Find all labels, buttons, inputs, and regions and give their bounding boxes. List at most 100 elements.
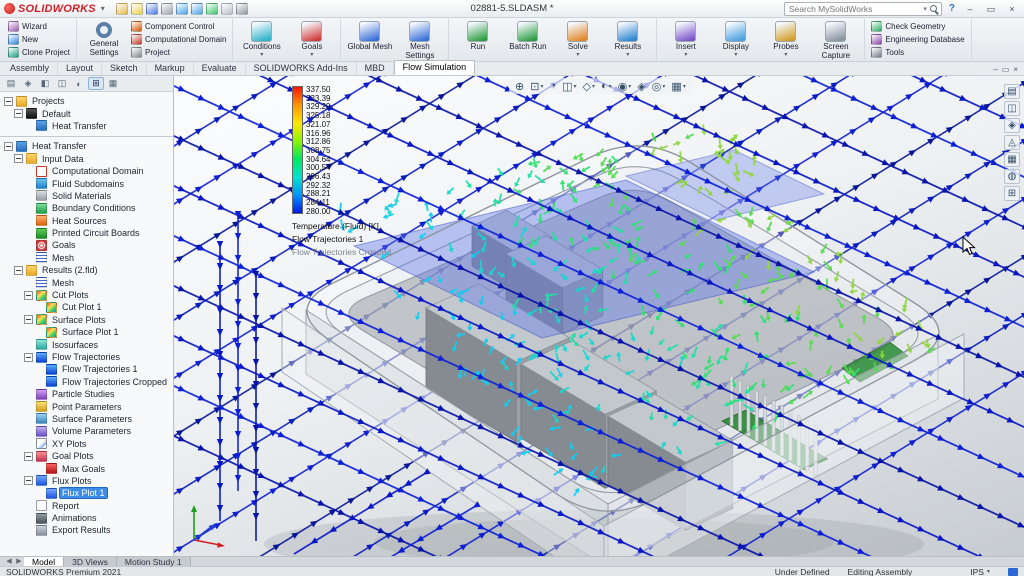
- tree-item-flow-trajectories-cropped[interactable]: Flow Trajectories Cropped: [0, 376, 173, 388]
- tree-item-surface-plot-1[interactable]: Surface Plot 1: [0, 326, 173, 338]
- tree-item-input-data[interactable]: Input Data: [0, 153, 173, 165]
- tree-item-report[interactable]: Report: [0, 500, 173, 512]
- mesh-display-tool-icon[interactable]: ▦: [1004, 152, 1020, 167]
- displaymanager-tab[interactable]: ◐: [71, 77, 87, 90]
- tree-item-flow-trajectories[interactable]: Flow Trajectories: [0, 351, 173, 363]
- dimxpertmanager-tab[interactable]: ◫: [54, 77, 70, 90]
- redo-icon[interactable]: [191, 3, 203, 15]
- tree-item-heat-transfer[interactable]: Heat Transfer: [0, 140, 173, 152]
- flow-simulation-tree-tab[interactable]: ▦: [105, 77, 121, 90]
- propertymanager-tab[interactable]: ◈: [20, 77, 36, 90]
- tab-assembly[interactable]: Assembly: [2, 62, 58, 75]
- bottom-tab-motion-study-1[interactable]: Motion Study 1: [117, 557, 191, 566]
- ribbon-button-component-control[interactable]: Component Control: [129, 20, 228, 33]
- tree-item-animations[interactable]: Animations: [0, 512, 173, 524]
- edit-appearance-icon[interactable]: ◈: [635, 79, 647, 93]
- lighting-tool-icon[interactable]: ◍: [1004, 169, 1020, 184]
- expand-toggle-icon[interactable]: [4, 97, 13, 106]
- surface-plot-tool-icon[interactable]: ◈: [1004, 118, 1020, 133]
- file-properties-icon[interactable]: [221, 3, 233, 15]
- ribbon-button-conditions[interactable]: Conditions▾: [237, 19, 286, 60]
- ribbon-button-batch-run[interactable]: Batch Run: [503, 19, 552, 60]
- tab-solidworks-add-ins[interactable]: SOLIDWORKS Add-Ins: [246, 62, 357, 75]
- ribbon-button-wizard[interactable]: Wizard: [6, 20, 72, 33]
- save-icon[interactable]: [146, 3, 158, 15]
- hide-show-items-icon[interactable]: ◉▾: [616, 79, 634, 93]
- tags-icon[interactable]: [1008, 568, 1018, 576]
- ribbon-button-clone-project[interactable]: Clone Project: [6, 46, 72, 59]
- tree-item-heat-transfer[interactable]: Heat Transfer: [0, 120, 173, 132]
- tree-item-boundary-conditions[interactable]: Boundary Conditions: [0, 202, 173, 214]
- apply-scene-icon[interactable]: ◎▾: [650, 79, 668, 93]
- undo-icon[interactable]: [176, 3, 188, 15]
- flow-trajectories-tool-icon[interactable]: ▤: [1004, 84, 1020, 99]
- ribbon-button-display[interactable]: Display▾: [711, 19, 760, 60]
- tree-item-export-results[interactable]: Export Results: [0, 524, 173, 536]
- ribbon-button-check-geometry[interactable]: Check Geometry: [869, 20, 966, 33]
- ribbon-button-probes[interactable]: Probes▾: [761, 19, 810, 60]
- pane-close-icon[interactable]: ×: [1013, 65, 1018, 74]
- search-icon[interactable]: [930, 5, 937, 12]
- tab-flow-simulation[interactable]: Flow Simulation: [394, 60, 476, 75]
- tabs-scroll-left-icon[interactable]: ◀: [4, 557, 14, 566]
- tree-item-results-2-fld[interactable]: Results (2.fld): [0, 264, 173, 276]
- previous-view-icon[interactable]: ◔: [547, 79, 558, 93]
- print-icon[interactable]: [161, 3, 173, 15]
- tree-item-flux-plot-1[interactable]: Flux Plot 1: [0, 487, 173, 499]
- ribbon-button-project[interactable]: Project: [129, 46, 228, 59]
- tree-item-printed-circuit-boards[interactable]: Printed Circuit Boards: [0, 227, 173, 239]
- tree-item-xy-plots[interactable]: XY Plots: [0, 438, 173, 450]
- search-input[interactable]: [789, 4, 920, 14]
- tree-item-isosurfaces[interactable]: Isosurfaces: [0, 338, 173, 350]
- expand-toggle-icon[interactable]: [14, 266, 23, 275]
- tree-item-mesh[interactable]: Mesh: [0, 276, 173, 288]
- tree-item-flow-trajectories-1[interactable]: Flow Trajectories 1: [0, 363, 173, 375]
- tree-item-surface-plots[interactable]: Surface Plots: [0, 314, 173, 326]
- zoom-fit-icon[interactable]: ⊕: [513, 79, 526, 93]
- section-view-icon[interactable]: ◫▾: [560, 79, 578, 93]
- tree-item-point-parameters[interactable]: Point Parameters: [0, 400, 173, 412]
- pane-minimize-icon[interactable]: –: [993, 65, 997, 74]
- tree-item-max-goals[interactable]: Max Goals: [0, 462, 173, 474]
- isosurfaces-tool-icon[interactable]: ◬: [1004, 135, 1020, 150]
- ribbon-button-insert[interactable]: Insert▾: [661, 19, 710, 60]
- tab-sketch[interactable]: Sketch: [102, 62, 147, 75]
- ribbon-button-new[interactable]: New: [6, 33, 72, 46]
- options-tool-icon[interactable]: ⊞: [1004, 186, 1020, 201]
- restore-button[interactable]: ▭: [983, 1, 999, 17]
- pane-restore-icon[interactable]: ▭: [1002, 65, 1010, 74]
- configurationmanager-tab[interactable]: ◧: [37, 77, 53, 90]
- tree-item-particle-studies[interactable]: Particle Studies: [0, 388, 173, 400]
- cut-plot-tool-icon[interactable]: ◫: [1004, 101, 1020, 116]
- tree-item-cut-plots[interactable]: Cut Plots: [0, 289, 173, 301]
- options-icon[interactable]: [236, 3, 248, 15]
- tree-item-surface-parameters[interactable]: Surface Parameters: [0, 413, 173, 425]
- tab-mbd[interactable]: MBD: [357, 62, 394, 75]
- expand-toggle-icon[interactable]: [24, 353, 33, 362]
- open-file-icon[interactable]: [131, 3, 143, 15]
- ribbon-button-run[interactable]: Run: [453, 19, 502, 60]
- tree-item-volume-parameters[interactable]: Volume Parameters: [0, 425, 173, 437]
- tree-item-mesh[interactable]: Mesh: [0, 252, 173, 264]
- view-settings-icon[interactable]: ▦▾: [669, 79, 687, 93]
- minimize-button[interactable]: –: [962, 1, 978, 17]
- tree-item-default[interactable]: Default: [0, 107, 173, 119]
- expand-toggle-icon[interactable]: [24, 476, 33, 485]
- ribbon-button-screen-capture[interactable]: Screen Capture: [811, 19, 860, 60]
- tree-item-goals[interactable]: Goals: [0, 239, 173, 251]
- ribbon-button-engineering-database[interactable]: Engineering Database: [869, 33, 966, 46]
- ribbon-button-global-mesh[interactable]: Global Mesh: [345, 19, 394, 60]
- tabs-scroll-right-icon[interactable]: ▶: [14, 557, 24, 566]
- ribbon-button-solve[interactable]: Solve▾: [553, 19, 602, 60]
- expand-toggle-icon[interactable]: [24, 452, 33, 461]
- tree-item-computational-domain[interactable]: Computational Domain: [0, 165, 173, 177]
- help-button[interactable]: ?: [947, 3, 957, 14]
- menu-caret-icon[interactable]: ▾: [99, 4, 107, 13]
- ribbon-button-goals[interactable]: Goals▾: [287, 19, 336, 60]
- viewport[interactable]: ⊕⊡▾◔◫▾◇▾◐▾◉▾◈◎▾▦▾ 337.50333.39329.29325.…: [174, 76, 1024, 556]
- search-scope-caret-icon[interactable]: ▾: [923, 5, 927, 13]
- tab-evaluate[interactable]: Evaluate: [194, 62, 246, 75]
- ribbon-button-general-settings[interactable]: General Settings: [81, 19, 127, 60]
- featuremanager-tab[interactable]: ▤: [3, 77, 19, 90]
- expand-toggle-icon[interactable]: [14, 154, 23, 163]
